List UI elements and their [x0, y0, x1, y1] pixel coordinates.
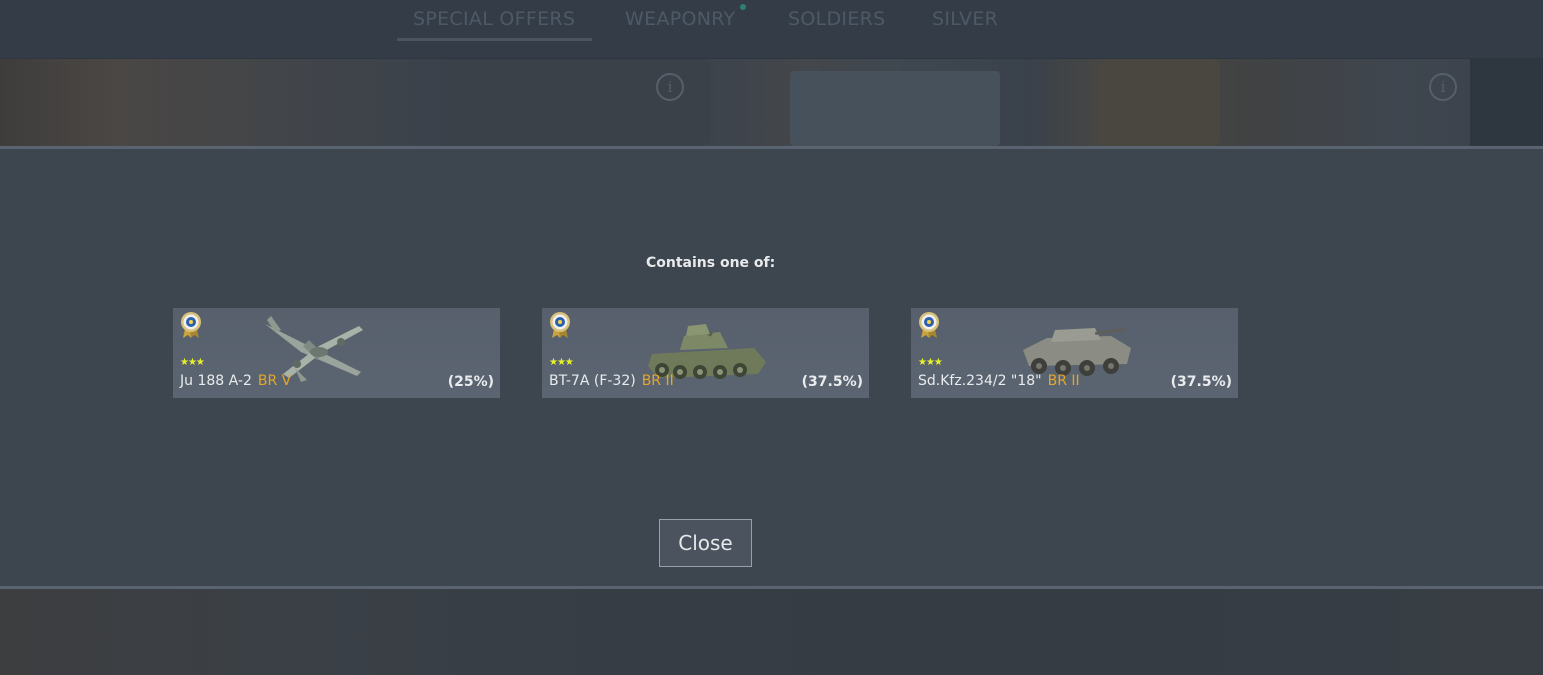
vehicle-label: Ju 188 A-2 BR V: [180, 373, 291, 389]
crate-contents-dialog: Contains one of: ★★★ Ju 188 A-2 BR V (25%…: [0, 146, 1543, 589]
tab-special-offers[interactable]: SPECIAL OFFERS: [413, 8, 575, 32]
vehicle-label: BT-7A (F-32) BR II: [549, 373, 674, 389]
battle-rating: BR II: [641, 373, 674, 389]
battle-rating: BR V: [257, 373, 292, 389]
premium-medal-icon: [181, 312, 201, 338]
background-scene: [0, 589, 1543, 675]
battle-rating: BR II: [1047, 373, 1080, 389]
rank-stars: ★★★: [918, 357, 943, 368]
notification-dot-icon: [740, 4, 746, 10]
drop-chance: (25%): [447, 374, 494, 390]
tab-active-indicator: [397, 38, 592, 41]
tab-soldiers[interactable]: SOLDIERS: [788, 8, 886, 32]
vehicle-name: Sd.Kfz.234/2 "18": [918, 373, 1042, 389]
banner-tile: [790, 71, 1000, 146]
offers-banner: i i: [0, 59, 1470, 146]
tab-silver[interactable]: SILVER: [932, 8, 998, 32]
top-tab-bar: SPECIAL OFFERS WEAPONRY SOLDIERS SILVER: [0, 0, 1543, 58]
vehicle-name: Ju 188 A-2: [180, 373, 252, 389]
rank-stars: ★★★: [180, 357, 205, 368]
info-icon[interactable]: i: [656, 73, 684, 101]
contents-heading: Contains one of:: [646, 255, 776, 271]
tab-weaponry[interactable]: WEAPONRY: [625, 8, 735, 32]
reward-card-ju188[interactable]: ★★★ Ju 188 A-2 BR V (25%): [173, 308, 500, 398]
drop-chance: (37.5%): [801, 374, 863, 390]
vehicle-label: Sd.Kfz.234/2 "18" BR II: [918, 373, 1080, 389]
premium-medal-icon: [550, 312, 570, 338]
drop-chance: (37.5%): [1170, 374, 1232, 390]
reward-card-bt7a[interactable]: ★★★ BT-7A (F-32) BR II (37.5%): [542, 308, 869, 398]
rank-stars: ★★★: [549, 357, 574, 368]
vehicle-name: BT-7A (F-32): [549, 373, 636, 389]
info-icon[interactable]: i: [1429, 73, 1457, 101]
reward-card-sdkfz234[interactable]: ★★★ Sd.Kfz.234/2 "18" BR II (37.5%): [911, 308, 1238, 398]
premium-medal-icon: [919, 312, 939, 338]
banner-tile: [1100, 59, 1220, 146]
close-button[interactable]: Close: [659, 519, 752, 567]
